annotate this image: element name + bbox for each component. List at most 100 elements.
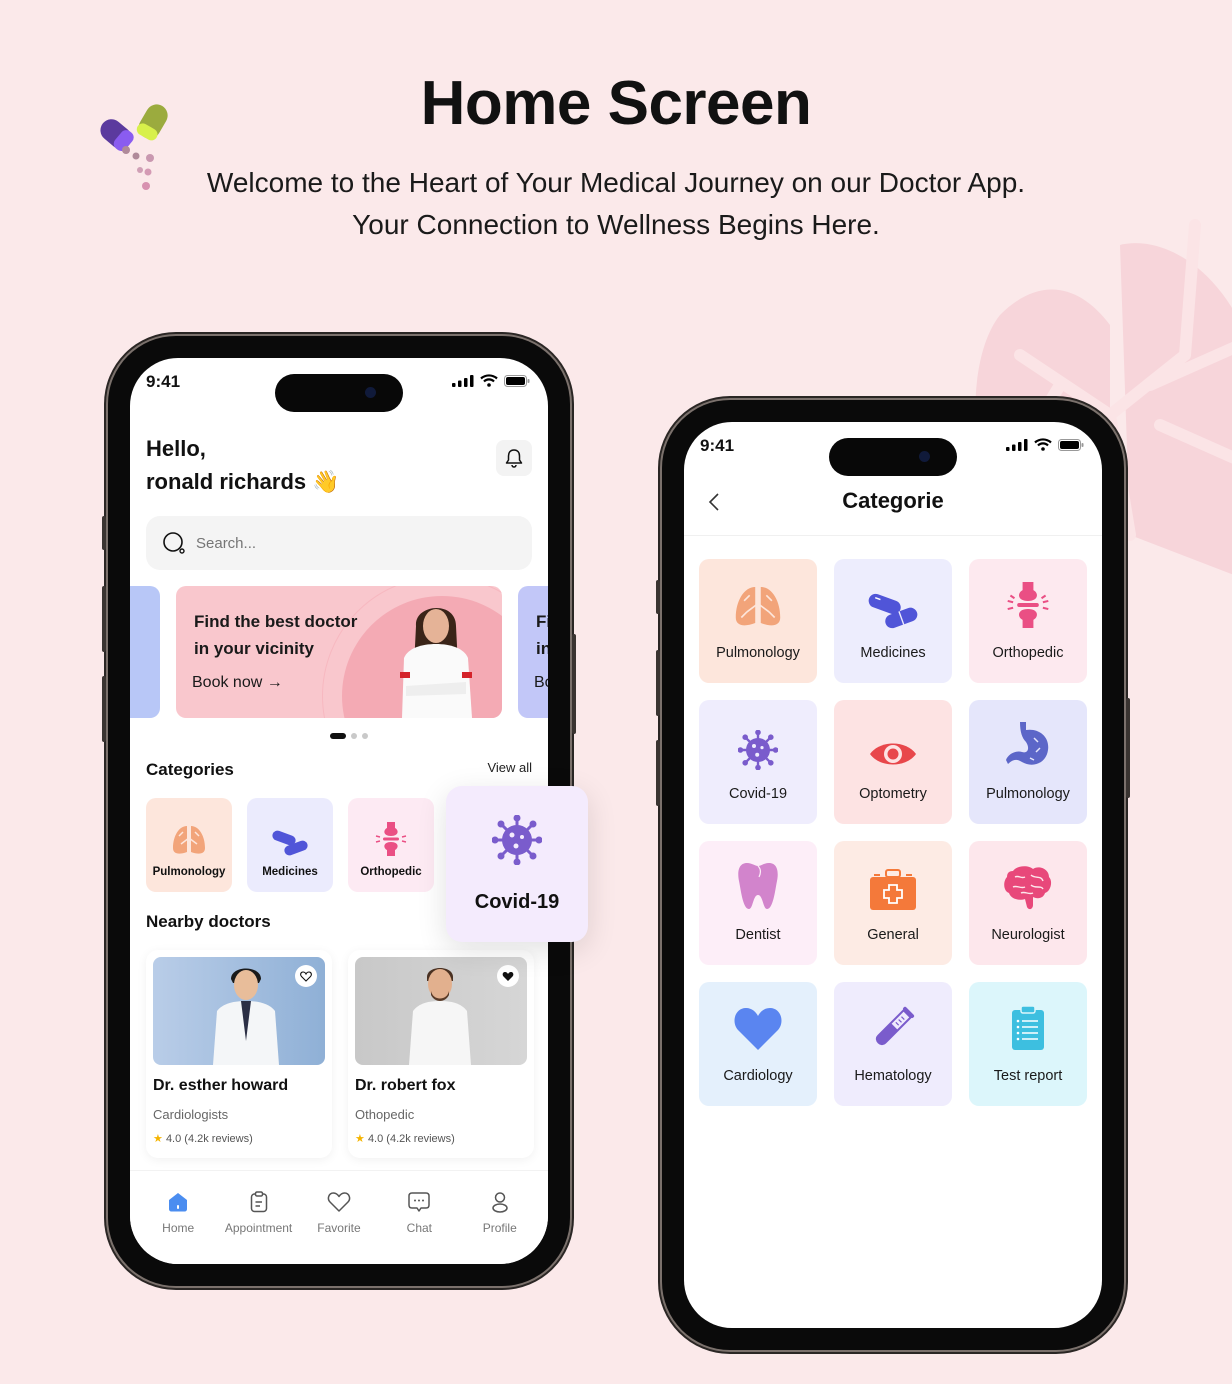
phone-volume-down: [102, 676, 106, 742]
battery-icon: [504, 374, 530, 387]
status-time: 9:41: [146, 372, 181, 391]
banner-prev[interactable]: [130, 586, 160, 718]
doctor-photo: [355, 957, 527, 1065]
brain-icon: [1004, 866, 1052, 910]
clipboard-icon: [250, 1191, 267, 1213]
chat-icon: [408, 1192, 431, 1212]
screen-title: Categorie: [842, 488, 944, 513]
nearby-doctors-heading: Nearby doctors: [146, 912, 271, 931]
category-item[interactable]: Orthopedic: [969, 559, 1087, 683]
status-icons: [1006, 438, 1084, 451]
phone-action-button: [102, 516, 106, 550]
favorite-button[interactable]: [295, 965, 317, 987]
category-item[interactable]: Test report: [969, 982, 1087, 1106]
clipboard-list-icon: [1012, 1005, 1044, 1050]
signal-icon: [452, 374, 474, 387]
search-icon: [163, 532, 185, 554]
page-subtitle: Welcome to the Heart of Your Medical Jou…: [206, 167, 1026, 240]
promo-banner[interactable]: Find the best doctor in your vicinity Boo…: [176, 586, 502, 718]
view-all-link[interactable]: View all: [487, 760, 532, 775]
category-orthopedic[interactable]: Orthopedic: [348, 798, 434, 892]
category-covid-highlight[interactable]: Covid-19: [446, 786, 588, 942]
categories-heading: Categories: [146, 760, 234, 779]
banner-next[interactable]: Fiin Bo: [518, 586, 548, 718]
status-time: 9:41: [700, 436, 735, 455]
doctor-rating: ★ 4.0 (4.2k reviews): [153, 1133, 253, 1145]
joint-icon: [375, 822, 407, 856]
dynamic-island: [829, 438, 957, 476]
category-grid: Pulmonology Medicines Orthopedic Covid-1…: [699, 559, 1087, 1106]
virus-icon: [492, 814, 542, 865]
test-tube-icon: [875, 1006, 915, 1046]
doctor-specialty: Cardiologists: [153, 1107, 229, 1122]
phone-volume-up: [102, 586, 106, 652]
eye-icon: [870, 743, 916, 765]
stomach-icon: [1006, 722, 1049, 765]
heart-icon: [327, 1192, 351, 1212]
bottom-tab-bar: Home Appointment Favorite Chat Profile: [130, 1170, 548, 1264]
carousel-indicator: [330, 733, 368, 739]
carousel-dot[interactable]: [351, 733, 357, 739]
category-item[interactable]: Cardiology: [699, 982, 817, 1106]
heart-filled-icon: [502, 971, 514, 981]
category-medicines[interactable]: Medicines: [247, 798, 333, 892]
doctor-photo: [400, 607, 472, 718]
tab-chat[interactable]: Chat: [379, 1171, 459, 1264]
doctor-card[interactable]: Dr. robert fox Othopedic ★ 4.0 (4.2k rev…: [348, 950, 534, 1158]
profile-icon: [492, 1192, 508, 1213]
favorite-button[interactable]: [497, 965, 519, 987]
tab-home[interactable]: Home: [138, 1171, 218, 1264]
category-item[interactable]: Hematology: [834, 982, 952, 1106]
lungs-icon: [735, 581, 781, 626]
greeting-hello: Hello,: [146, 436, 206, 461]
carousel-dot-active[interactable]: [330, 733, 346, 739]
doctor-rating: ★ 4.0 (4.2k reviews): [355, 1133, 455, 1145]
home-icon: [169, 1193, 188, 1212]
category-item[interactable]: Covid-19: [699, 700, 817, 824]
doctor-name: Dr. robert fox: [355, 1077, 456, 1094]
tab-profile[interactable]: Profile: [460, 1171, 540, 1264]
heart-outline-icon: [300, 970, 312, 982]
lungs-icon: [173, 822, 205, 854]
battery-icon: [1058, 438, 1084, 451]
phone-volume-down: [656, 740, 660, 806]
search-bar[interactable]: [146, 516, 532, 570]
category-item[interactable]: Optometry: [834, 700, 952, 824]
status-icons: [452, 374, 530, 387]
category-item[interactable]: General: [834, 841, 952, 965]
first-aid-kit-icon: [870, 869, 916, 910]
doctor-card[interactable]: Dr. esther howard Cardiologists ★ 4.0 (4…: [146, 950, 332, 1158]
doctor-photo: [153, 957, 325, 1065]
greeting-username: ronald richards 👋: [146, 469, 340, 494]
notification-button[interactable]: [496, 440, 532, 476]
category-item[interactable]: Neurologist: [969, 841, 1087, 965]
tab-favorite[interactable]: Favorite: [299, 1171, 379, 1264]
pills-icon: [868, 593, 918, 629]
virus-icon: [738, 730, 778, 770]
carousel-dot[interactable]: [362, 733, 368, 739]
pills-icon: [272, 830, 308, 856]
phone-volume-up: [656, 650, 660, 716]
phone-action-button: [656, 580, 660, 614]
wifi-icon: [1034, 438, 1052, 451]
tooth-icon: [738, 863, 778, 909]
wifi-icon: [480, 374, 498, 387]
category-item[interactable]: Medicines: [834, 559, 952, 683]
banner-title: Find the best doctor in your vicinity: [194, 612, 358, 658]
nav-header: Categorie: [684, 482, 1102, 536]
tab-appointment[interactable]: Appointment: [219, 1171, 299, 1264]
category-item[interactable]: Pulmonology: [969, 700, 1087, 824]
categories-screen: 9:41 Categorie Pulmonology Medicines Ort…: [684, 422, 1102, 1328]
bell-icon: [505, 449, 523, 468]
book-now-link[interactable]: Book now →: [192, 674, 283, 692]
doctor-name: Dr. esther howard: [153, 1077, 289, 1094]
categories-phone: 9:41 Categorie Pulmonology Medicines Ort…: [656, 400, 1130, 1350]
category-item[interactable]: Pulmonology: [699, 559, 817, 683]
category-item[interactable]: Dentist: [699, 841, 817, 965]
heart-icon: [734, 1008, 782, 1050]
dynamic-island: [275, 374, 403, 412]
star-icon: ★: [153, 1133, 163, 1145]
category-pulmonology[interactable]: Pulmonology: [146, 798, 232, 892]
joint-icon: [1007, 582, 1049, 628]
search-input[interactable]: [196, 534, 456, 552]
